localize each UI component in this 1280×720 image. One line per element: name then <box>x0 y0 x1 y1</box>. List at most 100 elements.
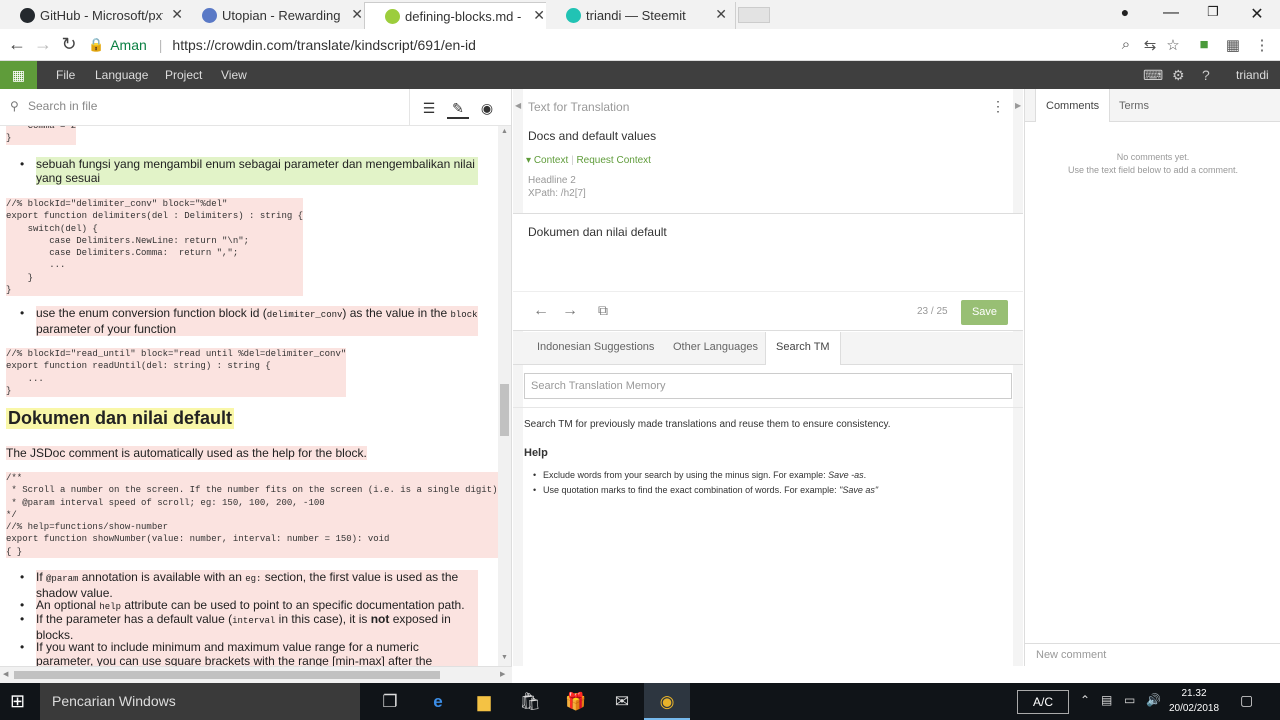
file-explorer-icon[interactable]: ▆ <box>472 690 496 714</box>
profile-icon[interactable]: ● <box>1110 4 1140 20</box>
restore-button[interactable]: ❐ <box>1198 4 1228 20</box>
task-view-icon[interactable]: ❐ <box>378 690 402 714</box>
keyboard-icon[interactable]: ⌨ <box>1143 67 1163 84</box>
tab-search-tm[interactable]: Search TM <box>765 332 841 365</box>
list-item-text[interactable]: If @param annotation is available with a… <box>36 570 478 600</box>
search-in-file-input[interactable]: Search in file <box>28 99 97 113</box>
copy-source-icon[interactable]: ⧉ <box>598 302 608 319</box>
source-header: Text for Translation <box>528 100 630 114</box>
suggestion-tabs: Indonesian Suggestions Other Languages S… <box>513 332 1023 365</box>
more-options-icon[interactable]: ⋮ <box>991 98 1005 115</box>
battery-icon[interactable]: ▭ <box>1124 693 1135 707</box>
menu-project[interactable]: Project <box>165 68 202 82</box>
scroll-right-icon[interactable]: ▶ <box>500 670 505 678</box>
menu-dots-icon[interactable]: ⋮ <box>1252 36 1272 54</box>
eye-icon[interactable]: ◉ <box>476 97 498 119</box>
network-icon[interactable]: ▤ <box>1101 693 1112 707</box>
taskbar-search-input[interactable]: Pencarian Windows <box>40 683 360 720</box>
url-field[interactable]: 🔒 Aman | https://crowdin.com/translate/k… <box>88 32 1188 58</box>
extension-2-icon[interactable]: ▦ <box>1223 36 1243 54</box>
forward-icon[interactable]: → <box>32 34 54 55</box>
back-icon[interactable]: ← <box>6 34 28 55</box>
mail-icon[interactable]: ✉ <box>610 690 634 714</box>
tab-comments[interactable]: Comments <box>1035 89 1111 122</box>
chevron-up-icon[interactable]: ⌃ <box>1080 693 1090 707</box>
arrow-right-icon[interactable]: → <box>562 302 578 320</box>
source-file-pane: ⚲ Search in file ☰ ✎ ◉ Comma = 2 } sebua… <box>0 89 512 666</box>
edge-icon[interactable]: e <box>426 690 450 714</box>
comments-tabs: Comments Terms <box>1025 89 1280 122</box>
system-clock[interactable]: 21.32 20/02/2018 <box>1164 686 1224 716</box>
menu-view[interactable]: View <box>221 68 247 82</box>
secure-label: Aman <box>110 37 147 53</box>
ime-indicator[interactable]: A/C <box>1017 690 1069 714</box>
context-link[interactable]: Context <box>534 155 568 166</box>
request-context-link[interactable]: Request Context <box>576 155 651 166</box>
pencil-icon[interactable]: ✎ <box>447 97 469 119</box>
windows-start-icon[interactable]: ⊞ <box>10 691 25 712</box>
reload-icon[interactable]: ↻ <box>58 34 80 55</box>
lock-icon: 🔒 <box>88 37 105 52</box>
scroll-up-icon[interactable]: ▲ <box>501 128 508 135</box>
scrollbar-thumb[interactable] <box>14 671 440 679</box>
apps-grid-icon[interactable]: ▦ <box>0 61 37 89</box>
github-icon <box>20 8 35 23</box>
list-icon[interactable]: ☰ <box>418 97 440 119</box>
tab-other-languages[interactable]: Other Languages <box>673 341 758 353</box>
close-icon[interactable]: ✕ <box>715 6 727 23</box>
chrome-taskbar-button[interactable]: ◉ <box>644 683 690 720</box>
chrome-icon: ◉ <box>659 692 675 711</box>
minimize-button[interactable]: — <box>1156 4 1186 22</box>
tab-indonesian-suggestions[interactable]: Indonesian Suggestions <box>537 341 654 353</box>
save-button[interactable]: Save <box>961 300 1008 325</box>
menu-file[interactable]: File <box>56 68 75 82</box>
arrow-left-icon[interactable]: ← <box>533 302 549 320</box>
paragraph[interactable]: The JSDoc comment is automatically used … <box>6 446 367 460</box>
chevron-right-icon[interactable]: ▶ <box>1015 101 1021 110</box>
close-icon[interactable]: ✕ <box>533 7 545 24</box>
translation-textarea[interactable]: Dokumen dan nilai default <box>513 214 1023 291</box>
list-item-text[interactable]: sebuah fungsi yang mengambil enum sebaga… <box>36 157 478 185</box>
notification-icon[interactable]: ▢ <box>1240 692 1253 709</box>
list-item-text[interactable]: If the parameter has a default value (in… <box>36 612 478 642</box>
scrollbar-thumb[interactable] <box>500 384 509 436</box>
translate-icon[interactable]: ⇆ <box>1140 36 1160 54</box>
collapse-left-gutter[interactable]: ◀ <box>513 89 523 666</box>
url-text: https://crowdin.com/translate/kindscript… <box>172 37 476 53</box>
search-tm-input[interactable]: Search Translation Memory <box>524 373 1012 399</box>
chevron-left-icon[interactable]: ◀ <box>515 101 521 110</box>
translation-text[interactable]: Dokumen dan nilai default <box>528 225 667 239</box>
collapse-right-gutter[interactable]: ▶ <box>1013 89 1023 666</box>
window-close-button[interactable]: ✕ <box>1242 4 1272 24</box>
scroll-down-icon[interactable]: ▼ <box>501 654 508 661</box>
new-tab-button[interactable] <box>738 7 770 23</box>
browser-tab-utopian[interactable]: Utopian - Rewarding Op ✕ <box>182 2 372 29</box>
source-string[interactable]: Docs and default values <box>528 129 656 143</box>
bookmark-star-icon[interactable]: ☆ <box>1163 36 1183 54</box>
gift-icon[interactable]: 🎁 <box>564 690 588 714</box>
browser-tab-steemit[interactable]: triandi — Steemit ✕ <box>546 2 736 29</box>
scroll-left-icon[interactable]: ◀ <box>3 670 8 678</box>
clock-date: 20/02/2018 <box>1168 703 1220 714</box>
tab-terms[interactable]: Terms <box>1119 100 1149 112</box>
extension-icon[interactable]: ■ <box>1194 36 1214 53</box>
list-item-text[interactable]: use the enum conversion function block i… <box>36 306 478 336</box>
store-icon[interactable]: 🛍 <box>518 690 542 714</box>
list-item-text[interactable]: If you want to include minimum and maxim… <box>36 640 478 666</box>
menu-language[interactable]: Language <box>95 68 148 82</box>
utopian-icon <box>202 8 217 23</box>
new-comment-input[interactable]: New comment <box>1025 643 1280 666</box>
browser-tab-github[interactable]: GitHub - Microsoft/pxt: Mi ✕ <box>0 2 192 29</box>
zoom-icon[interactable]: ⌕ <box>1116 36 1136 53</box>
volume-icon[interactable]: 🔊 <box>1146 693 1161 707</box>
section-heading[interactable]: Dokumen dan nilai default <box>6 408 235 429</box>
vertical-scrollbar[interactable]: ▲ ▼ <box>498 126 511 666</box>
gear-icon[interactable]: ⚙ <box>1172 67 1185 84</box>
empty-comments-message: No comments yet. Use the text field belo… <box>1025 151 1280 177</box>
help-icon[interactable]: ? <box>1202 67 1210 83</box>
tab-title: GitHub - Microsoft/pxt: Mi <box>40 8 163 23</box>
close-icon[interactable]: ✕ <box>351 6 363 23</box>
browser-tab-crowdin[interactable]: defining-blocks.md - Mic ✕ <box>364 2 554 29</box>
username[interactable]: triandi <box>1236 68 1269 82</box>
horizontal-scrollbar[interactable]: ◀ ▶ <box>0 666 512 683</box>
